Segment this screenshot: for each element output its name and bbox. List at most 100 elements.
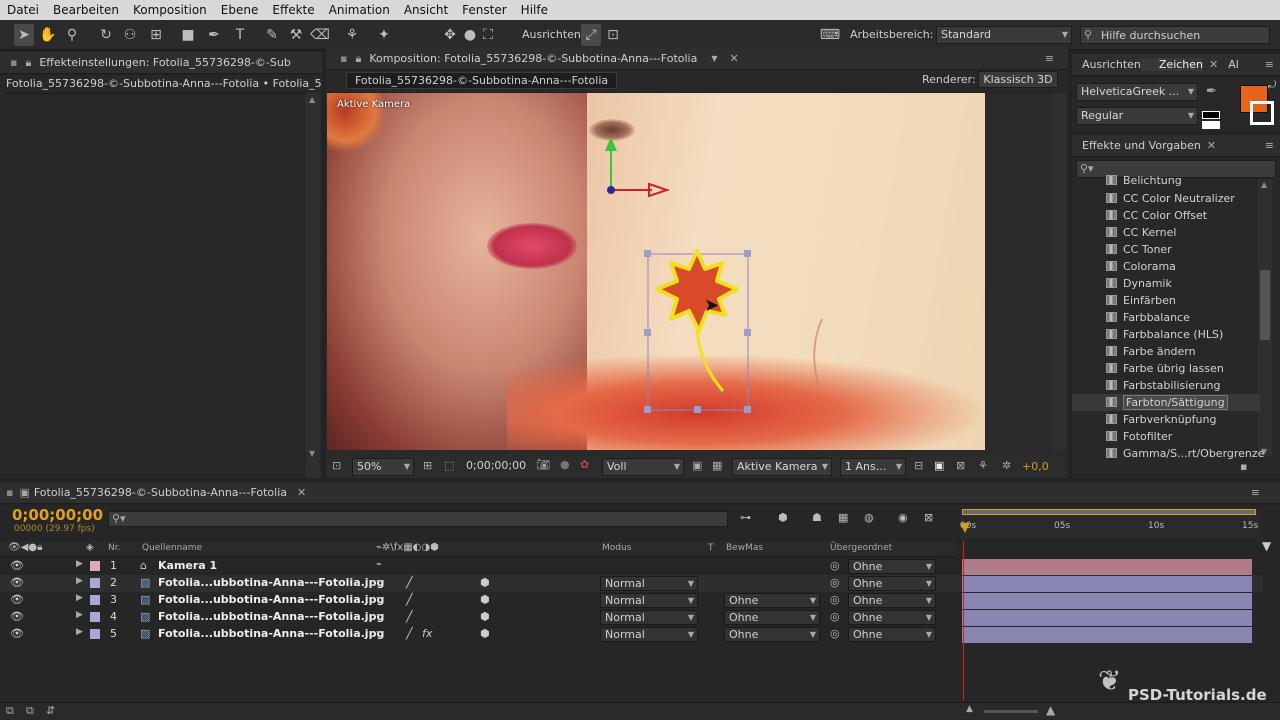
safe-zones-icon[interactable]: ⊞ xyxy=(423,459,432,472)
graph-editor-icon[interactable]: ⊠ xyxy=(924,511,933,524)
swap-colors-icon[interactable]: ⤾ xyxy=(1268,80,1276,91)
expand-triangle-icon[interactable]: ▶ xyxy=(76,610,83,620)
pickwhip-icon[interactable]: ◎ xyxy=(830,576,840,589)
panel-menu-icon[interactable]: ≡ xyxy=(1265,139,1274,152)
exposure-value[interactable]: +0,0 xyxy=(1022,460,1049,473)
workspace-icon[interactable]: ⌨ xyxy=(818,24,842,46)
snap-options-icon[interactable]: ⊡ xyxy=(603,24,623,46)
composition-tab[interactable]: Komposition: Fotolia_55736298-©-Subbotin… xyxy=(361,52,697,65)
effect-item-farbe-uebrig-lassen[interactable]: Farbe übrig lassen xyxy=(1106,360,1224,377)
source-column-header[interactable]: Quellenname xyxy=(142,543,202,553)
hand-tool-icon[interactable]: ✋ xyxy=(38,24,58,46)
parent-select[interactable]: Ohne xyxy=(848,576,936,591)
views-layout-select[interactable]: 1 Ans... xyxy=(840,458,906,476)
work-area-bar[interactable] xyxy=(962,509,1256,515)
layer-duration-bar[interactable] xyxy=(962,559,1252,575)
timeline-icon[interactable]: ⊠ xyxy=(956,459,965,472)
menu-bearbeiten[interactable]: Bearbeiten xyxy=(46,3,126,17)
menu-hilfe[interactable]: Hilfe xyxy=(514,3,555,17)
lock-icon[interactable]: 🔒︎ xyxy=(17,56,31,70)
roto-brush-icon[interactable]: ⚘ xyxy=(342,24,362,46)
toggle-modes-icon[interactable]: ⧉ xyxy=(26,704,34,718)
toggle-pixel-icon[interactable]: ⊟ xyxy=(914,459,923,472)
anchor-point[interactable] xyxy=(607,186,615,194)
quality-switch-icon[interactable]: ╱ xyxy=(406,593,413,606)
pan-behind-icon[interactable]: ⊞ xyxy=(146,24,166,46)
layer-row-5[interactable]: 👁︎ ▶ 5 ▨ Fotolia...ubbotina-Anna---Fotol… xyxy=(0,626,1262,643)
effect-item-belichtung[interactable]: Belichtung xyxy=(1106,175,1182,187)
viewer-timecode[interactable]: 0;00;00;00 xyxy=(466,459,526,472)
resolution-select[interactable]: Voll xyxy=(602,458,684,476)
tab-zeichen[interactable]: Zeichen xyxy=(1140,58,1204,71)
layer-name[interactable]: Kamera 1 xyxy=(158,559,217,572)
menu-ebene[interactable]: Ebene xyxy=(214,3,266,17)
axis-view-icon[interactable]: ⛶ xyxy=(478,24,498,46)
composition-subtab[interactable]: Fotolia_55736298-©-Subbotina-Anna---Foto… xyxy=(346,72,618,89)
label-color-swatch[interactable] xyxy=(90,561,100,571)
puppet-pin-icon[interactable]: ✦ xyxy=(374,24,394,46)
camera-orbit-icon[interactable]: ⚇ xyxy=(120,24,140,46)
shy-switch-icon[interactable]: ⌁ xyxy=(376,593,382,604)
brainstorm-icon[interactable]: ◉ xyxy=(898,511,908,524)
pen-tool-icon[interactable]: ✒ xyxy=(204,24,224,46)
label-color-swatch[interactable] xyxy=(90,578,100,588)
layer-row-4[interactable]: 👁︎ ▶ 4 ▨ Fotolia...ubbotina-Anna---Fotol… xyxy=(0,609,1262,626)
label-color-swatch[interactable] xyxy=(90,629,100,639)
comp-mini-flowchart-icon[interactable]: ⊶ xyxy=(740,511,751,524)
layer-row-3[interactable]: 👁︎ ▶ 3 ▨ Fotolia...ubbotina-Anna---Fotol… xyxy=(0,592,1262,609)
3d-layer-icon[interactable]: ⬢ xyxy=(480,610,490,623)
label-color-swatch[interactable] xyxy=(90,595,100,605)
effect-item-cc-toner[interactable]: CC Toner xyxy=(1106,241,1172,258)
3d-layer-icon[interactable]: ⬢ xyxy=(480,593,490,606)
handle-br[interactable] xyxy=(744,406,751,413)
effect-item-einfaerben[interactable]: Einfärben xyxy=(1106,292,1176,309)
text-tool-icon[interactable]: T xyxy=(230,24,250,46)
layer-duration-bar[interactable] xyxy=(962,627,1252,643)
expand-triangle-icon[interactable]: ▶ xyxy=(76,559,83,569)
effect-item-farbbalance[interactable]: Farbbalance xyxy=(1106,309,1190,326)
close-icon[interactable]: ✕ xyxy=(287,486,306,499)
transform-overlay[interactable] xyxy=(327,93,985,450)
zoom-in-icon[interactable]: ▲ xyxy=(1046,703,1055,717)
timeline-tab[interactable]: Fotolia_55736298-©-Subbotina-Anna---Foto… xyxy=(30,486,287,499)
shy-layers-icon[interactable]: ☗ xyxy=(812,511,822,524)
roi-icon[interactable]: ▣ xyxy=(692,459,702,472)
expand-triangle-icon[interactable]: ▶ xyxy=(76,593,83,603)
menu-animation[interactable]: Animation xyxy=(322,3,397,17)
fx-switch-icon[interactable]: fx xyxy=(422,627,432,640)
zoom-tool-icon[interactable]: ⚲ xyxy=(62,24,82,46)
white-swatch[interactable] xyxy=(1202,121,1220,129)
pickwhip-icon[interactable]: ◎ xyxy=(830,610,840,623)
fast-preview-icon[interactable]: ▣ xyxy=(934,459,944,472)
always-preview-icon[interactable]: ⊡ xyxy=(332,459,341,472)
effect-controls-tab[interactable]: Effekteinstellungen: Fotolia_55736298-©-… xyxy=(31,56,291,69)
pickwhip-icon[interactable]: ◎ xyxy=(830,593,840,606)
panel-menu-icon[interactable]: ≡ xyxy=(1251,486,1260,499)
nr-column-header[interactable]: Nr. xyxy=(108,543,120,553)
effects-presets-tab[interactable]: Effekte und Vorgaben xyxy=(1072,139,1201,152)
mask-visibility-icon[interactable]: ⬚ xyxy=(444,459,454,472)
visibility-eye-icon[interactable]: 👁︎ xyxy=(10,576,24,589)
effect-item-farbverknuepfung[interactable]: Farbverknüpfung xyxy=(1106,411,1216,428)
transparency-grid-icon[interactable]: ▦ xyxy=(712,459,722,472)
toggle-switches-icon[interactable]: ⧉ xyxy=(6,704,14,718)
draft-3d-icon[interactable]: ⬢ xyxy=(778,511,788,524)
font-style-select[interactable]: Regular xyxy=(1076,107,1198,125)
layer-duration-bar[interactable] xyxy=(962,593,1252,609)
rectangle-tool-icon[interactable]: ■ xyxy=(178,24,198,46)
mode-column-header[interactable]: Modus xyxy=(602,543,631,553)
shy-switch-icon[interactable]: ⌁ xyxy=(376,576,382,587)
parent-column-header[interactable]: Übergeordnet xyxy=(830,543,892,553)
scroll-thumb[interactable] xyxy=(1260,270,1270,340)
zoom-toggle-icon[interactable]: ▼ xyxy=(1262,539,1271,553)
rotate-tool-icon[interactable]: ↻ xyxy=(96,24,116,46)
tab-al[interactable]: Al xyxy=(1218,58,1239,71)
effect-item-cc-kernel[interactable]: CC Kernel xyxy=(1106,224,1176,241)
panel-menu-icon[interactable]: ≡ xyxy=(1045,52,1054,65)
help-search-input[interactable]: ⚲ Hilfe durchsuchen xyxy=(1080,26,1270,44)
shy-switch-icon[interactable]: ⌁ xyxy=(376,559,382,570)
effect-item-farbton-saettigung[interactable]: Farbton/Sättigung xyxy=(1106,394,1228,411)
layer-name[interactable]: Fotolia...ubbotina-Anna---Fotolia.jpg xyxy=(158,576,384,589)
motion-blur-icon[interactable]: ◍ xyxy=(864,511,874,524)
timeline-timecode[interactable]: 0;00;00;00 xyxy=(12,506,103,524)
